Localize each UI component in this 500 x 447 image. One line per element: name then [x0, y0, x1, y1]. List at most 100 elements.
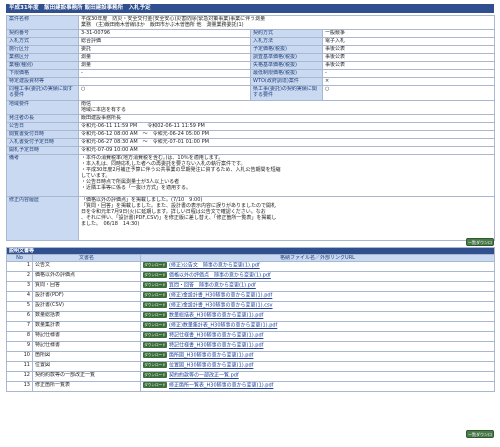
info-value: 事後公表 — [321, 45, 496, 54]
info-label: 入札方式 — [6, 37, 79, 46]
download-button[interactable]: ダウンロード — [143, 352, 167, 358]
document-file-link[interactable]: 数量総括表_H30随事の意から変更(1).pdf — [169, 313, 263, 319]
info-label: 下限価格 — [6, 69, 79, 78]
info-row: 契約番号 3-31-00796 契約方式 一般競争 — [6, 29, 496, 38]
document-name: 設計書(PDF) — [32, 291, 141, 302]
info-row: 業務区分 測量 調査基準価格(税抜) 事後公表 — [6, 53, 496, 62]
page-title: 平成31年度 飯田建設事務所 飯田建設事務所 入札予定 — [6, 4, 494, 13]
document-name: 特記仕様書 — [32, 341, 141, 352]
info-value: 事後公表 — [321, 53, 496, 62]
documents-table: 説明文書等 No 文書名 格納ファイル名／外部リンクURL 1 公告文 ダウンロード… — [5, 247, 496, 392]
document-file-link[interactable]: 箇所図_H30随事の意から変更(1).pdf — [169, 353, 253, 359]
document-file-cell: ダウンロード (修正)金設計書_H30随事の意から変更(1).pdf — [139, 291, 496, 302]
info-label: WTO(政府調達)案件 — [250, 77, 323, 86]
document-file-link[interactable]: (修正)金設計書_H30随事の意から変更(1).csv — [169, 303, 273, 309]
document-row: 6 数量総括表 ダウンロード 数量総括表_H30随事の意から変更(1).pdf — [6, 311, 496, 322]
info-value: 令和元-06-11 11:59 PM 令和02-06-11 11:59 PM — [77, 122, 496, 131]
info-label: 地域要件 — [6, 100, 79, 115]
document-file-link[interactable]: 修正箇所一覧表_H30随事の意から変更(1).pdf — [169, 383, 273, 389]
document-name: 設計書(CSV) — [32, 301, 141, 312]
info-label: 調査基準価格(税抜) — [250, 53, 323, 62]
document-file-link[interactable]: 質問・回答 随事の意から変更(1).pdf — [169, 283, 256, 289]
info-label: 案件名称 — [6, 15, 79, 30]
download-button[interactable]: ダウンロード — [143, 322, 167, 328]
document-number: 1 — [6, 261, 33, 272]
document-file-link[interactable]: 特記仕様書_H30随事の意から変更(1).pdf — [169, 333, 263, 339]
download-button[interactable]: ダウンロード — [143, 342, 167, 348]
info-value: - — [321, 69, 496, 78]
document-name: 価格以外の評価点 — [32, 271, 141, 282]
documents-title: 説明文書等 — [5, 247, 496, 255]
info-label: 最低制限価格(税抜) — [250, 69, 323, 78]
document-name: 質問・回答 — [32, 281, 141, 292]
info-value: 一般競争 — [321, 29, 496, 38]
info-value: 測量 — [78, 53, 251, 62]
info-row: 業種(種別) 測量 失格基準価格(税抜) 事後公表 — [6, 61, 496, 70]
info-value: 平成30年度 防災・安全交付金(安全安心)災害防除(緊急対策事業)事業に伴う測量… — [77, 15, 496, 30]
document-file-cell: ダウンロード 契約約款等の一部改正一覧.pdf — [139, 371, 496, 382]
download-button[interactable]: ダウンロード — [143, 302, 167, 308]
document-file-cell: ダウンロード 特記仕様書_H30随事の意から変更(1).pdf — [139, 331, 496, 342]
info-label: 開札予定日時 — [6, 146, 79, 155]
info-value: ○ — [321, 85, 496, 101]
col-file-header: 格納ファイル名／外部リンクURL — [139, 254, 496, 262]
document-number: 10 — [6, 351, 33, 362]
info-value: 「価格以外の評価点」を掲載しました。(7/10 9:00) 「質問・回答」を掲載… — [77, 196, 496, 241]
info-label: 施行区分 — [6, 45, 79, 54]
info-label: 閲覧書受付日時 — [6, 130, 79, 139]
info-value: 令和元-06-12 08:00 AM ～ 令和元-06-24 05:00 PM — [77, 130, 496, 139]
document-file-link[interactable]: (修正)金設計書_H30随事の意から変更(1).pdf — [169, 293, 272, 299]
download-button[interactable]: ダウンロード — [143, 362, 167, 368]
download-button[interactable]: ダウンロード — [143, 282, 167, 288]
document-file-link[interactable]: 契約約款等の一部改正一覧.pdf — [169, 373, 239, 379]
info-value: ・本件の消費税率(地方消費税を含む。)は、10％を適用します。 ・本入札は、同時… — [77, 154, 496, 197]
document-file-cell: ダウンロード 修正箇所一覧表_H30随事の意から変更(1).pdf — [139, 381, 496, 392]
download-button[interactable]: ダウンロード — [143, 382, 167, 388]
document-row: 9 特記仕様書 ダウンロード 特記仕様書_H30随事の意から変更(1).pdf — [6, 341, 496, 352]
document-name: 修正箇所一覧表 — [32, 381, 141, 392]
download-button[interactable]: ダウンロード — [143, 292, 167, 298]
col-no-header: No — [6, 254, 33, 262]
info-label: 修正内容履歴 — [6, 196, 79, 241]
info-value — [78, 77, 251, 86]
info-row: 特定建設資材等 WTO(政府調達)案件 × — [6, 77, 496, 86]
document-number: 8 — [6, 331, 33, 342]
bottom-bulk-download-button[interactable]: 一覧ダウンロード — [466, 430, 494, 445]
document-name: 数量集計表 — [32, 321, 141, 332]
info-row: 発注者の長 飯田建設事務所長 — [6, 114, 496, 123]
document-number: 3 — [6, 281, 33, 292]
document-file-cell: ダウンロード (修正)公告文 随事の意から変更(1).pdf — [139, 261, 496, 272]
document-file-link[interactable]: 価格以外の評価点 随事の意から変更(1).pdf — [169, 273, 271, 279]
document-number: 2 — [6, 271, 33, 282]
document-file-link[interactable]: (修正)数量集計表_H30随事の意から変更(1).pdf — [169, 323, 277, 329]
download-button[interactable]: ダウンロード — [143, 272, 167, 278]
top-bulk-download-button[interactable]: 一覧ダウンロード — [466, 238, 494, 253]
info-value: ○ — [78, 85, 251, 101]
info-label: 入札方法 — [250, 37, 323, 46]
info-row: 修正内容履歴 「価格以外の評価点」を掲載しました。(7/10 9:00) 「質問・… — [6, 196, 496, 241]
document-number: 13 — [6, 381, 33, 392]
download-button[interactable]: ダウンロード — [143, 262, 167, 268]
document-file-cell: ダウンロード 特記仕様書_H30随事の意から変更(1).pdf — [139, 341, 496, 352]
document-number: 6 — [6, 311, 33, 322]
download-button[interactable]: ダウンロード — [143, 312, 167, 318]
info-row: 下限価格 - 最低制限価格(税抜) - — [6, 69, 496, 78]
document-number: 5 — [6, 301, 33, 312]
info-label: 契約方式 — [250, 29, 323, 38]
download-button[interactable]: ダウンロード — [143, 372, 167, 378]
document-file-cell: ダウンロード 質問・回答 随事の意から変更(1).pdf — [139, 281, 496, 292]
info-label: 県工事(委託)の契約実績に関する要件 — [250, 85, 323, 101]
document-file-link[interactable]: 特記仕様書_H30随事の意から変更(1).pdf — [169, 343, 263, 349]
info-value: 令和元-06-27 08:30 AM ～ 令和元-07-01 01:00 PM — [77, 138, 496, 147]
info-value: 南信 地域に本店を有する — [77, 100, 496, 115]
info-row: 地域要件 南信 地域に本店を有する — [6, 100, 496, 115]
info-value: 事後公表 — [321, 61, 496, 70]
info-value: 3-31-00796 — [78, 29, 251, 38]
info-value: 測量 — [78, 61, 251, 70]
document-row: 7 数量集計表 ダウンロード (修正)数量集計表_H30随事の意から変更(1).pdf — [6, 321, 496, 332]
document-name: 公告文 — [32, 261, 141, 272]
download-button[interactable]: ダウンロード — [143, 332, 167, 338]
document-file-link[interactable]: (修正)公告文 随事の意から変更(1).pdf — [169, 263, 260, 269]
document-file-link[interactable]: 位置図_H30随事の意から変更(1).pdf — [169, 363, 253, 369]
document-number: 9 — [6, 341, 33, 352]
